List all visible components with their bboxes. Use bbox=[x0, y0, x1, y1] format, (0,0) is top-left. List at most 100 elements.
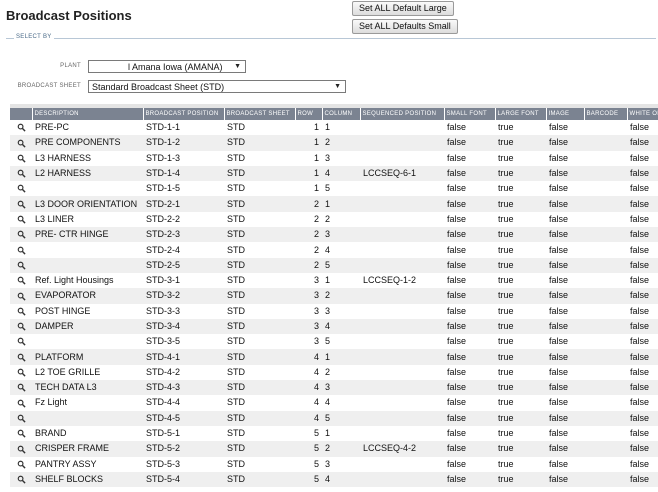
barcode-cell bbox=[584, 425, 627, 442]
magnifier-icon[interactable] bbox=[17, 200, 26, 209]
broadcast-position-cell: STD-1-3 bbox=[143, 150, 224, 166]
row-action-cell bbox=[10, 441, 32, 457]
column-header[interactable]: SMALL FONT bbox=[444, 108, 496, 120]
magnifier-icon[interactable] bbox=[17, 475, 26, 484]
sequenced-position-cell bbox=[360, 380, 444, 396]
magnifier-icon[interactable] bbox=[17, 383, 26, 392]
magnifier-icon[interactable] bbox=[17, 307, 26, 316]
magnifier-icon[interactable] bbox=[17, 215, 26, 224]
magnifier-icon[interactable] bbox=[17, 337, 26, 347]
column-cell: 2 bbox=[322, 288, 360, 304]
magnifier-icon[interactable] bbox=[17, 368, 26, 377]
sequenced-position-cell bbox=[360, 211, 444, 228]
page-title: Broadcast Positions bbox=[6, 8, 132, 23]
chevron-down-icon: ▼ bbox=[234, 63, 241, 70]
magnifier-icon[interactable] bbox=[17, 460, 26, 469]
description-cell: L2 HARNESS bbox=[32, 165, 143, 182]
column-cell: 4 bbox=[322, 471, 360, 488]
small-font-cell: false bbox=[444, 257, 495, 273]
small-font-cell: false bbox=[444, 211, 495, 228]
magnifier-icon[interactable] bbox=[17, 184, 26, 194]
magnifier-icon[interactable] bbox=[17, 169, 26, 178]
large-font-cell: true bbox=[495, 135, 546, 151]
column-cell: 3 bbox=[322, 456, 360, 472]
column-header[interactable]: BROADCAST POSITION bbox=[143, 108, 225, 120]
magnifier-icon[interactable] bbox=[17, 123, 26, 132]
broadcast-position-cell: STD-3-5 bbox=[143, 334, 224, 350]
description-cell: L3 DOOR ORIENTATION bbox=[32, 196, 143, 212]
sequenced-position-cell bbox=[360, 242, 444, 258]
magnifier-icon[interactable] bbox=[17, 246, 26, 255]
row-action-cell bbox=[10, 257, 32, 273]
column-cell: 5 bbox=[322, 257, 360, 273]
white-on-cell: false bbox=[627, 364, 658, 381]
broadcast-sheet-select[interactable]: Standard Broadcast Sheet (STD) ▼ bbox=[88, 80, 346, 93]
column-header[interactable]: IMAGE bbox=[546, 108, 585, 120]
broadcast-position-cell: STD-4-4 bbox=[143, 395, 224, 411]
broadcast-position-cell: STD-4-1 bbox=[143, 349, 224, 365]
description-cell: PRE COMPONENTS bbox=[32, 135, 143, 151]
small-font-cell: false bbox=[444, 425, 495, 442]
barcode-cell bbox=[584, 441, 627, 457]
row-cell: 3 bbox=[295, 318, 322, 335]
sequenced-position-cell bbox=[360, 196, 444, 212]
magnifier-icon[interactable] bbox=[17, 230, 26, 239]
plant-select[interactable]: l Amana Iowa (AMANA) ▼ bbox=[88, 60, 246, 73]
small-font-cell: false bbox=[444, 135, 495, 151]
table-row: PRE- CTR HINGE STD-2-3 STD 2 3 false true false… bbox=[10, 227, 658, 243]
broadcast-sheet-cell: STD bbox=[224, 380, 295, 396]
column-cell: 2 bbox=[322, 135, 360, 151]
magnifier-icon[interactable] bbox=[17, 276, 26, 285]
magnifier-icon[interactable] bbox=[17, 399, 26, 408]
barcode-cell bbox=[584, 120, 627, 136]
column-header[interactable]: ROW bbox=[295, 108, 323, 120]
broadcast-sheet-cell: STD bbox=[224, 410, 295, 426]
broadcast-sheet-cell: STD bbox=[224, 471, 295, 488]
column-header[interactable]: BARCODE bbox=[584, 108, 628, 120]
magnifier-icon[interactable] bbox=[17, 154, 26, 163]
column-cell: 4 bbox=[322, 318, 360, 335]
magnifier-icon[interactable] bbox=[17, 429, 26, 438]
column-header[interactable]: COLUMN bbox=[322, 108, 361, 120]
set-all-default-large-button[interactable]: Set ALL Default Large bbox=[352, 1, 454, 16]
sequenced-position-cell bbox=[360, 288, 444, 304]
small-font-cell: false bbox=[444, 334, 495, 350]
barcode-cell bbox=[584, 380, 627, 396]
magnifier-icon[interactable] bbox=[17, 414, 26, 423]
row-cell: 1 bbox=[295, 135, 322, 151]
white-on-cell: false bbox=[627, 318, 658, 335]
small-font-cell: false bbox=[444, 364, 495, 381]
table-row: Ref. Light Housings STD-3-1 STD 3 1 LCCSEQ-1-… bbox=[10, 272, 658, 289]
magnifier-icon[interactable] bbox=[17, 322, 26, 331]
row-cell: 5 bbox=[295, 441, 322, 457]
row-action-cell bbox=[10, 334, 32, 350]
small-font-cell: false bbox=[444, 242, 495, 258]
column-header[interactable]: LARGE FONT bbox=[495, 108, 547, 120]
column-header[interactable]: DESCRIPTION bbox=[32, 108, 144, 120]
sequenced-position-cell bbox=[360, 135, 444, 151]
white-on-cell: false bbox=[627, 242, 658, 258]
magnifier-icon[interactable] bbox=[17, 139, 26, 148]
column-header[interactable]: SEQUENCED POSITION bbox=[360, 108, 445, 120]
row-cell: 2 bbox=[295, 242, 322, 258]
magnifier-icon[interactable] bbox=[17, 292, 26, 301]
row-action-cell bbox=[10, 456, 32, 472]
row-cell: 4 bbox=[295, 380, 322, 396]
large-font-cell: true bbox=[495, 471, 546, 488]
column-header[interactable]: BROADCAST SHEET bbox=[224, 108, 296, 120]
row-action-cell bbox=[10, 303, 32, 319]
column-header[interactable]: WHITE ON bbox=[627, 108, 658, 120]
magnifier-icon[interactable] bbox=[17, 353, 26, 362]
magnifier-icon[interactable] bbox=[17, 261, 26, 270]
broadcast-position-cell: STD-3-4 bbox=[143, 318, 224, 335]
set-all-defaults-small-button[interactable]: Set ALL Defaults Small bbox=[352, 19, 458, 34]
large-font-cell: true bbox=[495, 211, 546, 228]
sequenced-position-cell bbox=[360, 227, 444, 243]
description-cell: EVAPORATOR bbox=[32, 288, 143, 304]
image-cell: false bbox=[546, 288, 584, 304]
magnifier-icon[interactable] bbox=[17, 445, 26, 454]
row-cell: 2 bbox=[295, 211, 322, 228]
table-row: PANTRY ASSY STD-5-3 STD 5 3 false true false fal… bbox=[10, 456, 658, 472]
column-cell: 2 bbox=[322, 441, 360, 457]
image-cell: false bbox=[546, 165, 584, 182]
